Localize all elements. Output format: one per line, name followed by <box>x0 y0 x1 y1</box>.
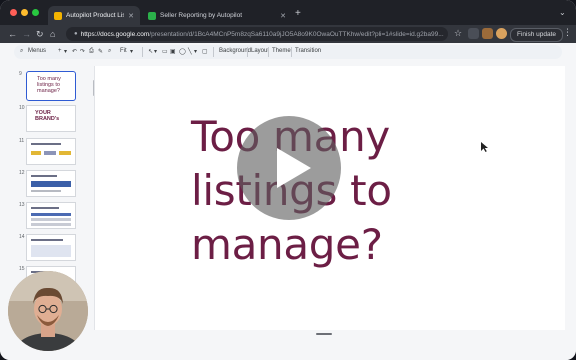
finish-update-button[interactable]: Finish update <box>510 28 564 42</box>
print-icon[interactable]: ⎙ <box>89 48 94 55</box>
slides-favicon-icon <box>54 11 62 20</box>
add-slide-dropdown-icon[interactable]: ▾ <box>64 48 67 55</box>
extension-icon-2[interactable] <box>482 28 493 39</box>
slide-number: 10 <box>19 105 25 111</box>
slide-number: 12 <box>19 170 25 176</box>
thumbnail-line <box>31 245 71 257</box>
url-path: /presentation/d/1BcA4MCnP5m8zqSa6110a9jJ… <box>149 30 444 38</box>
slide-thumbnail-11[interactable] <box>26 138 76 165</box>
slide-thumbnail-9[interactable]: Too many listings to manage? <box>26 71 76 101</box>
thumbnail-line <box>59 151 71 155</box>
toolbar-divider <box>291 47 292 57</box>
text-box-icon[interactable]: ▭ <box>162 48 168 55</box>
extension-icon-1[interactable] <box>468 28 479 39</box>
toolbar-divider <box>142 47 143 57</box>
toolbar-divider <box>268 47 269 57</box>
new-tab-button[interactable]: + <box>295 9 301 19</box>
thumbnail-line <box>31 143 61 145</box>
line-dropdown-icon[interactable]: ▾ <box>194 48 197 55</box>
play-icon <box>277 148 311 188</box>
minimize-window-button[interactable] <box>21 9 28 16</box>
thumbnail-title: Too many listings to manage? <box>37 76 61 94</box>
slide-thumbnail-14[interactable] <box>26 234 76 261</box>
slide-number: 11 <box>19 138 25 144</box>
presenter-video <box>8 271 88 351</box>
slide-thumbnail-10[interactable]: YOUR BRAND's <box>26 105 76 132</box>
comment-icon[interactable]: ▢ <box>202 48 208 55</box>
slide-thumbnail-13[interactable] <box>26 202 76 229</box>
thumbnail-line <box>31 213 71 216</box>
home-icon[interactable]: ⌂ <box>50 28 55 40</box>
forward-icon[interactable]: → <box>22 28 31 40</box>
maximize-window-button[interactable] <box>32 9 39 16</box>
bookmark-star-icon[interactable]: ☆ <box>454 28 465 39</box>
sheets-favicon-icon <box>148 11 156 20</box>
browser-window: Autopilot Product Listing AI ✕ Seller Re… <box>0 0 576 360</box>
search-menus-icon[interactable]: ⌕ <box>20 48 23 55</box>
menus-search[interactable]: Menus <box>28 48 46 54</box>
layout-button[interactable]: Layout <box>251 48 269 54</box>
play-video-button[interactable] <box>237 116 341 220</box>
thumbnail-line <box>31 190 61 192</box>
zoom-icon[interactable]: ⌕ <box>108 48 111 55</box>
thumbnail-line <box>31 207 59 209</box>
undo-icon[interactable]: ↶ <box>72 48 77 55</box>
thumbnail-line <box>31 239 63 241</box>
select-dropdown-icon[interactable]: ▾ <box>154 48 157 55</box>
profile-avatar[interactable] <box>496 28 507 39</box>
lock-icon: ● <box>74 31 78 37</box>
tab-label: Autopilot Product Listing AI <box>66 12 125 19</box>
insert-image-icon[interactable]: ▣ <box>170 48 176 55</box>
line-icon[interactable]: ╲ <box>188 48 192 55</box>
theme-button[interactable]: Theme <box>272 48 291 54</box>
thumbnail-line <box>44 151 56 155</box>
thumbnail-title: YOUR BRAND's <box>35 110 60 122</box>
transition-button[interactable]: Transition <box>295 48 321 54</box>
browser-toolbar: ← → ↻ ⌂ ● https://docs.google.com /prese… <box>0 25 576 43</box>
zoom-select[interactable]: Fit <box>120 48 127 54</box>
thumbnail-line <box>31 151 41 155</box>
title-line: manage? <box>191 220 383 269</box>
browser-menu-icon[interactable]: ⋮ <box>563 27 572 38</box>
title-line: listings to <box>191 166 392 215</box>
thumbnail-line <box>31 218 71 221</box>
tab-strip: Autopilot Product Listing AI ✕ Seller Re… <box>0 0 576 25</box>
webcam-presenter <box>8 271 88 351</box>
back-icon[interactable]: ← <box>8 28 17 40</box>
select-cursor-icon[interactable]: ↖ <box>148 48 153 55</box>
tab-search-chevron-icon[interactable]: ⌄ <box>559 8 566 17</box>
address-bar[interactable]: ● https://docs.google.com /presentation/… <box>66 27 448 41</box>
zoom-dropdown-icon[interactable]: ▾ <box>130 48 133 55</box>
thumbnail-line <box>31 223 71 226</box>
slide-number: 14 <box>19 234 25 240</box>
tab-seller-reporting[interactable]: Seller Reporting by Autopilot ✕ <box>142 6 292 25</box>
close-window-button[interactable] <box>10 9 17 16</box>
url-host: https://docs.google.com <box>80 30 150 38</box>
close-tab-icon[interactable]: ✕ <box>280 12 286 20</box>
toolbar-divider <box>213 47 214 57</box>
toolbar-divider <box>247 47 248 57</box>
reload-icon[interactable]: ↻ <box>36 28 44 40</box>
slide-number: 15 <box>19 266 25 272</box>
slide-title[interactable]: Too many listings to manage? <box>191 110 491 272</box>
tab-autopilot-product-listing[interactable]: Autopilot Product Listing AI ✕ <box>48 6 140 25</box>
title-line: Too many <box>191 112 390 161</box>
slide-number: 9 <box>19 71 22 77</box>
bottom-area <box>0 336 576 360</box>
slides-toolbar: ⌕ Menus + ▾ ↶ ↷ ⎙ ✎ ⌕ Fit ▾ ↖ ▾ ▭ ▣ ◯ ╲ … <box>14 45 562 59</box>
tab-label: Seller Reporting by Autopilot <box>160 12 243 19</box>
speaker-notes-handle[interactable] <box>316 333 332 335</box>
shape-icon[interactable]: ◯ <box>179 48 186 55</box>
thumbnail-line <box>31 181 71 187</box>
slide-thumbnail-12[interactable] <box>26 170 76 197</box>
redo-icon[interactable]: ↷ <box>80 48 85 55</box>
close-tab-icon[interactable]: ✕ <box>128 12 134 20</box>
paint-format-icon[interactable]: ✎ <box>98 48 103 55</box>
slide-number: 13 <box>19 202 25 208</box>
mouse-cursor-icon <box>481 142 488 152</box>
add-slide-button[interactable]: + <box>58 48 62 54</box>
thumbnail-line <box>31 175 57 177</box>
